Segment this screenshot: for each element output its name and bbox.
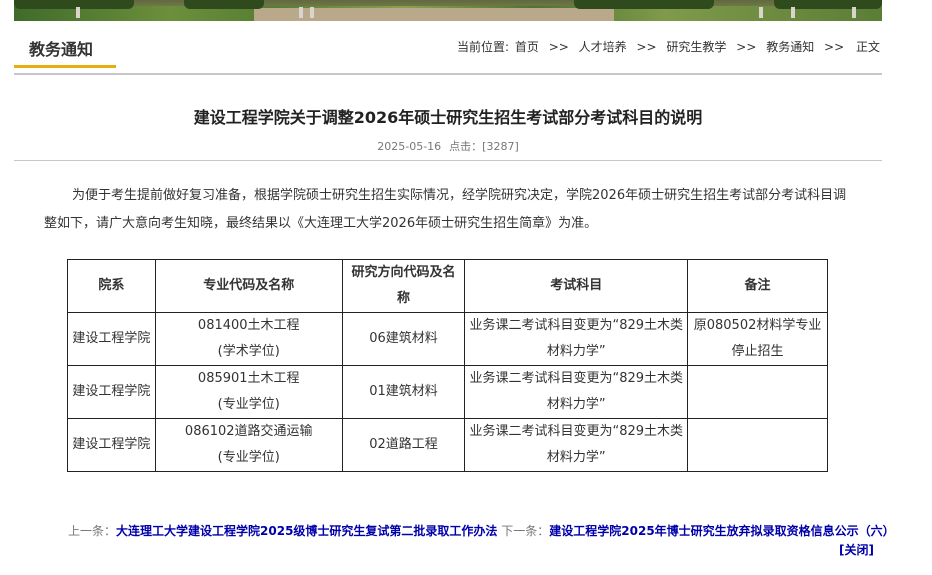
article-meta: 2025-05-16 点击：[3287] (0, 138, 896, 154)
cell-direction: 01建筑材料 (341, 365, 466, 419)
major-name: 086102道路交通运输 (184, 424, 313, 439)
breadcrumb-notices[interactable]: 教务通知 (766, 40, 814, 54)
breadcrumb-talent[interactable]: 人才培养 (579, 40, 627, 54)
close-link[interactable]: [关闭] (839, 541, 874, 558)
table-row: 建设工程学院 085901土木工程 (专业学位) 01建筑材料 业务课二考试科目变… (67, 365, 828, 419)
table-header-row: 院系 专业代码及名称 研究方向代码及名称 考试科目 备注 (67, 259, 828, 313)
section-title-underline (14, 65, 116, 68)
header-note: 备注 (687, 259, 828, 313)
section-title: 教务通知 (29, 40, 94, 59)
cell-direction: 06建筑材料 (341, 312, 466, 366)
cell-subject: 业务课二考试科目变更为“829土木类材料力学” (464, 365, 689, 419)
major-type: (专业学位) (217, 450, 280, 465)
header-divider (14, 73, 882, 75)
breadcrumb-separator: >> (736, 40, 757, 54)
header-subject: 考试科目 (464, 259, 689, 313)
prev-article-link[interactable]: 大连理工大学建设工程学院2025级博士研究生复试第二批录取工作办法 (116, 524, 497, 538)
article-divider (14, 160, 882, 161)
cell-major: 085901土木工程 (专业学位) (154, 365, 343, 419)
breadcrumb-current: 正文 (855, 40, 880, 54)
breadcrumb-separator: >> (548, 40, 569, 54)
major-name: 085901土木工程 (197, 371, 300, 386)
cell-subject: 业务课二考试科目变更为“829土木类材料力学” (464, 312, 689, 366)
prev-label: 上一条： (68, 524, 117, 538)
major-type: (学术学位) (217, 344, 280, 359)
cell-direction: 02道路工程 (341, 418, 466, 472)
next-article-link[interactable]: 建设工程学院2025年博士研究生放弃拟录取资格信息公示（六） (549, 524, 894, 538)
header-dept: 院系 (67, 259, 156, 313)
next-label: 下一条： (501, 524, 550, 538)
exam-subject-table: 院系 专业代码及名称 研究方向代码及名称 考试科目 备注 建设工程学院 0814… (67, 259, 828, 472)
major-type: (专业学位) (217, 397, 280, 412)
cell-major: 081400土木工程 (学术学位) (154, 312, 343, 366)
article-navigation: 上一条：大连理工大学建设工程学院2025级博士研究生复试第二批录取工作办法 下一… (68, 522, 895, 539)
header-major: 专业代码及名称 (154, 259, 343, 313)
breadcrumb-separator: >> (824, 40, 845, 54)
clicks-count: [3287] (482, 140, 519, 153)
cell-note: 原080502材料学专业停止招生 (687, 312, 828, 366)
cell-subject: 业务课二考试科目变更为“829土木类材料力学” (464, 418, 689, 472)
table-row: 建设工程学院 086102道路交通运输 (专业学位) 02道路工程 业务课二考试科… (67, 418, 828, 472)
article-body: 为便于考生提前做好复习准备，根据学院硕士研究生招生实际情况，经学院研究决定，学院… (44, 188, 847, 231)
breadcrumb-separator: >> (636, 40, 657, 54)
breadcrumb-graduate[interactable]: 研究生教学 (666, 40, 726, 54)
cell-major: 086102道路交通运输 (专业学位) (154, 418, 343, 472)
clicks-label: 点击： (449, 140, 483, 153)
header-direction: 研究方向代码及名称 (341, 259, 466, 313)
cell-note (687, 418, 828, 472)
breadcrumb: 当前位置: 首页 >> 人才培养 >> 研究生教学 >> 教务通知 >> 正文 (455, 38, 882, 55)
cell-dept: 建设工程学院 (67, 418, 156, 472)
breadcrumb-home[interactable]: 首页 (515, 40, 539, 54)
table-row: 建设工程学院 081400土木工程 (学术学位) 06建筑材料 业务课二考试科目变… (67, 312, 828, 366)
article-date: 2025-05-16 (377, 140, 442, 153)
campus-banner-image (14, 0, 882, 21)
cell-dept: 建设工程学院 (67, 312, 156, 366)
article-title: 建设工程学院关于调整2026年硕士研究生招生考试部分考试科目的说明 (193, 108, 703, 127)
major-name: 081400土木工程 (197, 318, 300, 333)
cell-note (687, 365, 828, 419)
cell-dept: 建设工程学院 (67, 365, 156, 419)
breadcrumb-prefix: 当前位置: (456, 40, 510, 54)
